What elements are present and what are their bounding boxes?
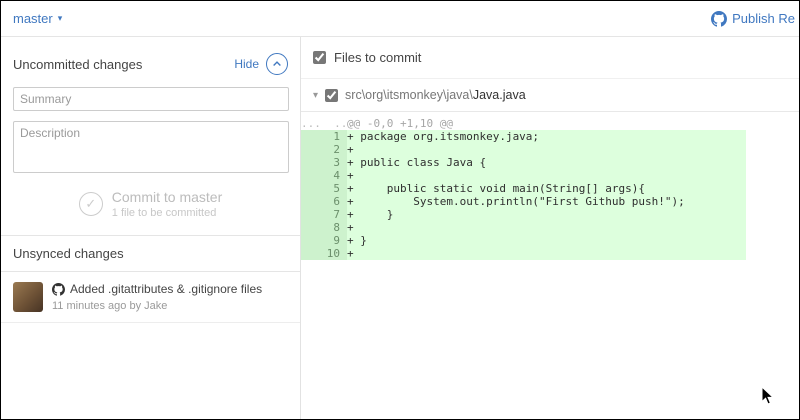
commit-button-subtitle: 1 file to be committed: [111, 207, 217, 219]
diff-line: 1 + package org.itsmonkey.java;: [301, 130, 746, 143]
chevron-down-icon: ▾: [57, 13, 63, 23]
diff-line: 5 + public static void main(String[] arg…: [301, 182, 746, 195]
line-code: + System.out.println("First Github push!…: [347, 195, 746, 208]
commit-message: Added .gitattributes & .gitignore files: [70, 282, 263, 296]
line-code: + }: [347, 208, 746, 221]
line-number: 6: [301, 195, 347, 208]
branch-name: master: [13, 11, 53, 26]
line-number: 9: [301, 234, 347, 247]
line-code: + }: [347, 234, 746, 247]
summary-input[interactable]: [13, 87, 289, 111]
line-code: +: [347, 247, 746, 260]
sidebar: Uncommitted changes Hide ✓ Commit to mas…: [1, 37, 301, 419]
diff-line: 3 + public class Java {: [301, 156, 746, 169]
main-panel: Files to commit ▾ src\org\itsmonkey\java…: [301, 37, 799, 419]
file-checkbox[interactable]: [325, 88, 339, 102]
top-bar: master ▾ Publish Re: [1, 1, 799, 37]
files-to-commit-checkbox[interactable]: [313, 51, 326, 64]
line-number: 5: [301, 182, 347, 195]
diff-line: 2 +: [301, 143, 746, 156]
files-to-commit-label: Files to commit: [334, 50, 422, 65]
file-row[interactable]: ▾ src\org\itsmonkey\java\Java.java: [301, 79, 799, 112]
publish-label: Publish Re: [732, 11, 795, 26]
app-window: master ▾ Publish Re Uncommitted changes …: [0, 0, 800, 420]
file-name: Java.java: [472, 88, 526, 102]
line-code: +: [347, 169, 746, 182]
line-code: + package org.itsmonkey.java;: [347, 130, 746, 143]
diff-line: 6 + System.out.println("First Github pus…: [301, 195, 746, 208]
line-number: 1: [301, 130, 347, 143]
diff-line: 7 + }: [301, 208, 746, 221]
chevron-up-icon: [273, 61, 281, 66]
hide-link[interactable]: Hide: [234, 57, 259, 71]
diff-hunk-header: ... ... @@ -0,0 +1,10 @@: [301, 117, 746, 130]
github-octocat-icon: [711, 10, 728, 27]
line-code: +: [347, 143, 746, 156]
diff-line: 9 + }: [301, 234, 746, 247]
avatar: [13, 282, 43, 312]
diff-line: 10 +: [301, 247, 746, 260]
branch-selector[interactable]: master ▾: [13, 11, 62, 26]
commit-button[interactable]: ✓ Commit to master 1 file to be committe…: [1, 189, 300, 219]
collapse-button[interactable]: [266, 53, 288, 75]
line-code: + public static void main(String[] args)…: [347, 182, 746, 195]
diff-view: ... ... @@ -0,0 +1,10 @@ 1 + package org…: [301, 112, 746, 260]
commit-meta: 11 minutes ago by Jake: [52, 300, 168, 312]
diff-line: 8 +: [301, 221, 746, 234]
line-code: + public class Java {: [347, 156, 746, 169]
history-commit-item[interactable]: Added .gitattributes & .gitignore files …: [1, 272, 300, 323]
line-number: 10: [301, 247, 347, 260]
check-circle-icon: ✓: [78, 192, 103, 216]
uncommitted-changes-title: Uncommitted changes: [13, 56, 143, 72]
line-number: 4: [301, 169, 347, 182]
octocat-icon: [52, 282, 65, 296]
line-number: 2: [301, 143, 347, 156]
file-path-prefix: src\org\itsmonkey\java\: [345, 88, 473, 102]
description-input[interactable]: [13, 121, 289, 173]
line-number: 3: [301, 156, 347, 169]
line-code: +: [347, 221, 746, 234]
hunk-header-text: @@ -0,0 +1,10 @@: [347, 117, 453, 130]
line-number: 7: [301, 208, 347, 221]
disclosure-triangle-icon[interactable]: ▾: [313, 90, 318, 101]
line-number: 8: [301, 221, 347, 234]
commit-button-label: Commit to master: [111, 189, 223, 205]
diff-line: 4 +: [301, 169, 746, 182]
uncommitted-changes-header: Uncommitted changes Hide: [1, 37, 300, 85]
publish-repository-button[interactable]: Publish Re: [711, 10, 795, 27]
unsynced-changes-title: Unsynced changes: [1, 235, 300, 272]
